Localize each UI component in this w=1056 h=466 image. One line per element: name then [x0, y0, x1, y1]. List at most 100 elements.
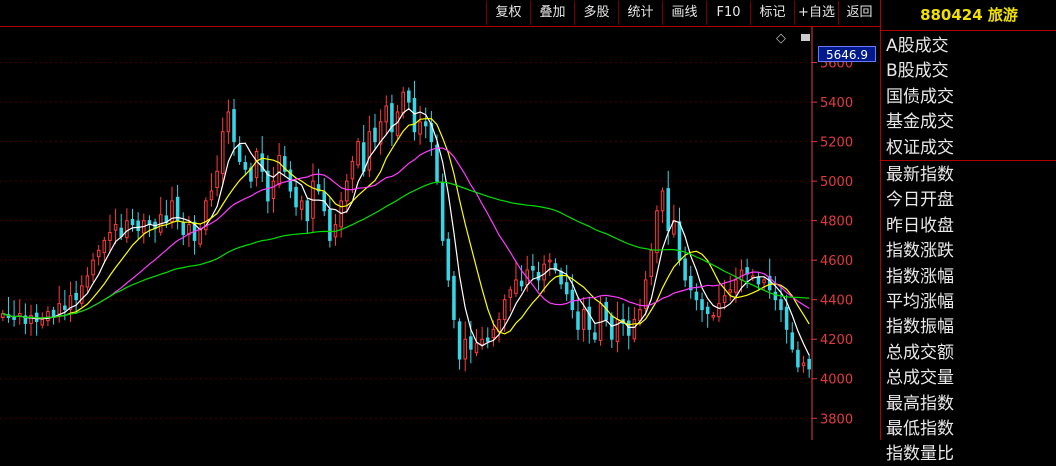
candle-body-115	[649, 249, 654, 277]
candle-body-118	[666, 188, 670, 232]
candle-body-125	[705, 306, 710, 315]
candle-body-107	[604, 301, 608, 320]
candle-body-40	[226, 111, 231, 133]
y-tick-label-3: 4400	[820, 294, 853, 309]
candle-body-143	[807, 358, 811, 370]
ma5-line	[2, 108, 810, 356]
right-panel-border	[880, 0, 881, 440]
toolbar-button-6[interactable]: 标记	[750, 1, 794, 25]
candle-body-137	[773, 291, 778, 301]
candle-body-85	[480, 338, 484, 345]
candle-body-71	[401, 91, 405, 114]
toolbar-button-0[interactable]: 复权	[486, 1, 530, 25]
index-item-3: 指数涨跌	[886, 241, 954, 262]
candle-body-92	[519, 280, 524, 287]
candle-body-41	[232, 109, 236, 143]
candle-body-62	[350, 160, 355, 180]
candle-body-105	[593, 332, 597, 340]
candle-body-134	[756, 276, 761, 285]
candle-body-73	[412, 98, 417, 133]
y-tick-label-2: 4200	[820, 333, 853, 348]
candle-body-116	[655, 210, 659, 254]
candle-body-43	[243, 162, 248, 170]
y-tick-label-1: 4000	[820, 373, 853, 388]
candle-body-114	[643, 279, 648, 309]
stock-title: 880424 旅游	[882, 0, 1056, 30]
candle-body-94	[531, 266, 535, 271]
square-icon[interactable]	[801, 34, 810, 41]
candle-body-37	[209, 190, 214, 201]
candle-body-20	[113, 224, 118, 231]
candle-body-140	[790, 332, 795, 350]
trade-item-3: 基金成交	[886, 112, 954, 133]
candle-body-117	[660, 190, 665, 212]
candle-body-61	[345, 180, 349, 202]
candle-body-75	[423, 121, 428, 127]
y-tick-label-7: 5200	[820, 136, 853, 151]
kline-chart[interactable]: 3800 4000 4200 4400 4600 4800 5000 5200 5400 5600…	[0, 27, 880, 440]
candle-body-45	[254, 150, 259, 179]
candle-body-123	[694, 291, 699, 301]
candle-body-86	[485, 337, 490, 342]
index-item-11: 指数量比	[886, 444, 954, 465]
candle-body-58	[328, 209, 332, 241]
index-item-10: 最低指数	[886, 419, 954, 439]
candle-body-8	[46, 311, 50, 322]
candle-body-64	[361, 142, 366, 172]
y-tick-label-4: 4600	[820, 254, 853, 269]
candle-body-87	[491, 328, 496, 339]
ma20-line	[2, 147, 810, 319]
candle-body-100	[564, 282, 569, 295]
candle-body-127	[717, 303, 721, 318]
stock-name: 旅游	[987, 6, 1018, 24]
candle-body-111	[626, 320, 631, 336]
candle-body-81	[457, 321, 462, 360]
index-item-8: 总成交量	[886, 368, 954, 389]
candle-body-11	[63, 305, 67, 311]
candle-body-17	[96, 249, 101, 258]
candle-body-142	[801, 362, 806, 367]
candle-body-109	[615, 318, 620, 343]
candle-body-63	[356, 141, 360, 166]
trade-item-2: 国债成交	[886, 86, 954, 107]
index-item-1: 今日开盘	[886, 190, 954, 211]
candle-body-113	[638, 309, 642, 322]
toolbar-button-5[interactable]: F10	[706, 1, 750, 25]
stock-code: 880424	[920, 6, 983, 24]
candle-body-49	[277, 154, 281, 186]
toolbar-button-1[interactable]: 叠加	[530, 1, 574, 25]
ma60-line	[2, 181, 810, 319]
candle-body-24	[136, 220, 140, 232]
toolbar-button-2[interactable]: 多股	[574, 1, 618, 25]
candle-body-103	[581, 309, 586, 330]
index-item-6: 指数振幅	[886, 317, 954, 338]
candle-body-108	[610, 315, 614, 340]
candle-body-68	[384, 105, 389, 123]
y-tick-label-6: 5000	[820, 175, 853, 190]
toolbar-button-7[interactable]: +自选	[794, 1, 838, 25]
toolbar-button-3[interactable]: 统计	[618, 1, 662, 25]
diamond-icon[interactable]: ◇	[776, 31, 786, 46]
current-price-marker: 5646.9	[818, 46, 876, 62]
right-panel-title-divider	[880, 30, 1056, 31]
y-tick-label-0: 3800	[820, 412, 853, 427]
candle-body-141	[796, 349, 800, 368]
candle-body-77	[435, 144, 439, 182]
index-item-2: 昨日收盘	[886, 215, 954, 236]
candle-body-84	[474, 342, 479, 354]
toolbar-button-4[interactable]: 画线	[662, 1, 706, 25]
kline-chart-svg[interactable]: 3800400042004400460048005000520054005600	[0, 27, 880, 440]
chart-toolbar: 复权 叠加 多股 统计 画线 F10 标记 +自选 返回	[0, 0, 880, 26]
y-tick-label-8: 5400	[820, 96, 853, 111]
candle-body-23	[130, 218, 135, 226]
index-item-9: 最高指数	[886, 393, 954, 414]
candle-body-10	[57, 303, 61, 315]
candle-body-91	[514, 279, 518, 294]
toolbar-button-8[interactable]: 返回	[838, 1, 880, 25]
candle-body-124	[700, 299, 704, 311]
candle-body-138	[779, 299, 783, 311]
candle-body-90	[508, 289, 513, 298]
candle-body-42	[237, 144, 242, 162]
candle-body-72	[407, 90, 411, 103]
candle-body-99	[559, 270, 563, 285]
